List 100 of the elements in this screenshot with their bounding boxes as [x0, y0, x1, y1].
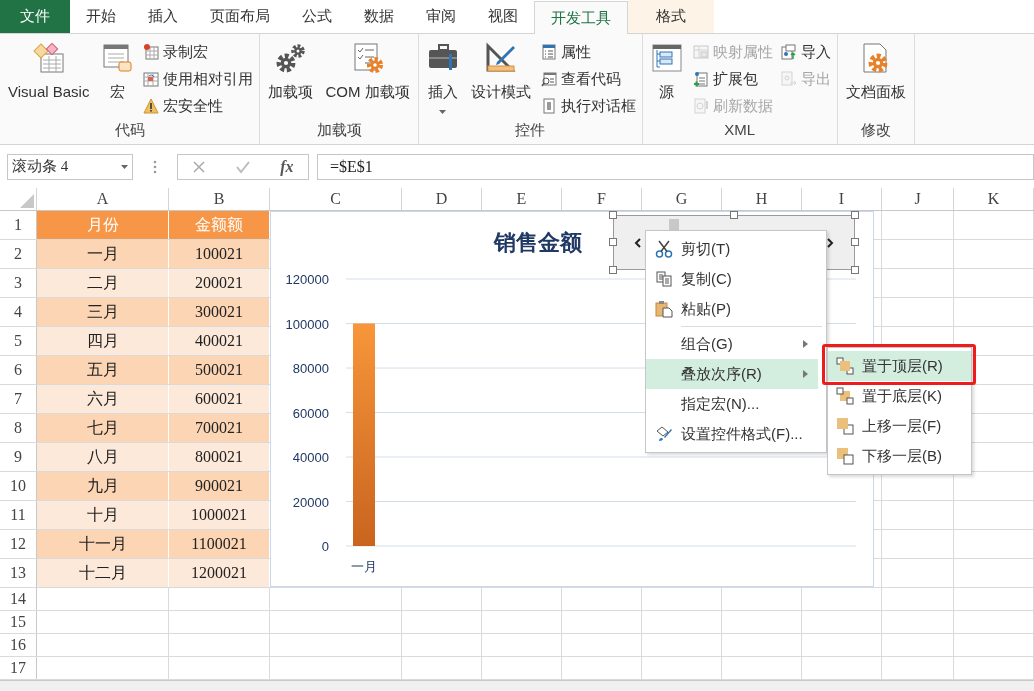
table-cell: 900021	[169, 472, 270, 500]
ribbon-tab[interactable]: 开始	[70, 0, 132, 33]
column-header[interactable]: C	[270, 188, 402, 210]
paint-brush-icon	[654, 425, 673, 443]
name-box[interactable]: 滚动条 4	[7, 153, 133, 180]
ribbon-button[interactable]: COM 加载项	[321, 38, 414, 119]
ribbon-tab[interactable]: 公式	[286, 0, 348, 33]
layer-order-icon	[836, 357, 854, 375]
resize-handle[interactable]	[609, 238, 617, 246]
ribbon-small-button[interactable]: 导入	[778, 40, 833, 64]
axis-tick-label: 40000	[292, 450, 329, 465]
table-cell: 200021	[169, 269, 270, 297]
ribbon-tab[interactable]: 页面布局	[194, 0, 286, 33]
resize-handle[interactable]	[851, 266, 859, 274]
table-cell: 800021	[169, 443, 270, 471]
column-header[interactable]: F	[562, 188, 642, 210]
resize-handle[interactable]	[609, 211, 617, 219]
ribbon-small-button[interactable]: 执行对话框	[538, 94, 638, 118]
menu-item[interactable]: 叠放次序(R)	[646, 359, 818, 389]
drag-handle-icon[interactable]	[153, 159, 157, 174]
column-header[interactable]: K	[954, 188, 1034, 210]
layer-order-icon	[836, 417, 854, 435]
macro-sheet-icon	[101, 42, 134, 74]
column-header[interactable]: H	[722, 188, 802, 210]
table-cell: 100021	[169, 240, 270, 268]
insert-function-button[interactable]: fx	[280, 154, 294, 179]
table-cell: 九月	[37, 472, 169, 500]
table-cell: 600021	[169, 385, 270, 413]
table-cell: 七月	[37, 414, 169, 442]
chart-title: 销售金额	[494, 230, 582, 255]
copy-icon	[654, 270, 673, 288]
resize-handle[interactable]	[609, 266, 617, 274]
import-icon	[780, 44, 797, 60]
formula-field[interactable]: =$E$1	[317, 153, 1034, 180]
ribbon-tab[interactable]: 文件	[0, 0, 70, 33]
menu-item[interactable]: 组合(G)	[646, 329, 818, 359]
axis-category-label: 一月	[351, 559, 377, 574]
group-label: 代码	[113, 119, 146, 140]
warning-icon	[143, 98, 160, 114]
table-cell: 四月	[37, 327, 169, 355]
axis-tick-label: 80000	[292, 361, 329, 376]
gears-icon	[274, 42, 307, 74]
ribbon-small-button[interactable]: 使用相对引用	[141, 67, 256, 91]
ribbon-tab[interactable]: 数据	[348, 0, 410, 33]
ribbon-small-button[interactable]: 录制宏	[141, 40, 256, 64]
checklist-gear-icon	[351, 42, 384, 74]
ribbon-tab[interactable]: 格式	[628, 0, 714, 33]
resize-handle[interactable]	[730, 211, 738, 219]
cancel-icon[interactable]	[192, 159, 207, 174]
ribbon-button[interactable]: 源	[646, 38, 687, 119]
ribbon-tab[interactable]: 视图	[472, 0, 534, 33]
group-label: 加载项	[315, 119, 363, 140]
column-header[interactable]: D	[402, 188, 482, 210]
menu-item[interactable]: 粘贴(P)	[646, 294, 818, 324]
ribbon-small-button[interactable]: 查看代码	[538, 67, 638, 91]
table-cell: 300021	[169, 298, 270, 326]
formula-text: =$E$1	[330, 156, 373, 177]
dropdown-icon	[121, 164, 128, 169]
column-header[interactable]: A	[37, 188, 169, 210]
paste-icon	[654, 300, 673, 318]
map-properties-icon	[692, 44, 709, 60]
column-header[interactable]: G	[642, 188, 722, 210]
view-code-icon	[540, 71, 557, 87]
ribbon-small-button[interactable]: 宏安全性	[141, 94, 256, 118]
table-cell: 十二月	[37, 559, 169, 587]
ribbon-small-button[interactable]: 扩展包	[690, 67, 775, 91]
ribbon-tab[interactable]: 审阅	[410, 0, 472, 33]
menu-item[interactable]: 设置控件格式(F)...	[646, 419, 818, 449]
ribbon-button[interactable]: 插入	[422, 38, 463, 119]
group-label: XML	[723, 119, 757, 140]
ribbon-button[interactable]: Visual Basic	[4, 38, 94, 119]
table-cell: 1200021	[169, 559, 270, 587]
dialog-icon	[540, 98, 557, 114]
menu-item[interactable]: 复制(C)	[646, 264, 818, 294]
ribbon-button[interactable]: 设计模式	[466, 38, 535, 119]
axis-tick-label: 20000	[292, 494, 329, 510]
group-label: 控件	[514, 119, 547, 140]
table-cell: 十一月	[37, 530, 169, 558]
layer-order-icon	[836, 387, 854, 405]
ribbon-small-button[interactable]: 属性	[538, 40, 638, 64]
scissors-icon	[654, 240, 673, 258]
ribbon-tab[interactable]: 开发工具	[534, 1, 628, 34]
column-header[interactable]: J	[882, 188, 954, 210]
table-cell: 1000021	[169, 501, 270, 529]
ribbon-button[interactable]: 宏	[97, 38, 138, 119]
menu-item[interactable]: 指定宏(N)...	[646, 389, 818, 419]
ribbon-button[interactable]: 加载项	[264, 38, 318, 119]
column-header[interactable]: E	[482, 188, 562, 210]
ribbon-button[interactable]: 文档面板	[841, 38, 910, 119]
column-header[interactable]: B	[169, 188, 270, 210]
column-header[interactable]: I	[802, 188, 882, 210]
menu-item[interactable]: 剪切(T)	[646, 234, 818, 264]
resize-handle[interactable]	[851, 211, 859, 219]
resize-handle[interactable]	[851, 238, 859, 246]
forms-icon	[32, 42, 65, 74]
ribbon-tab[interactable]: 插入	[132, 0, 194, 33]
menu-item[interactable]: 置于顶层(R)	[828, 351, 971, 381]
expansion-pack-icon	[692, 71, 709, 87]
check-icon[interactable]	[235, 159, 252, 174]
name-box-text: 滚动条 4	[12, 157, 69, 177]
